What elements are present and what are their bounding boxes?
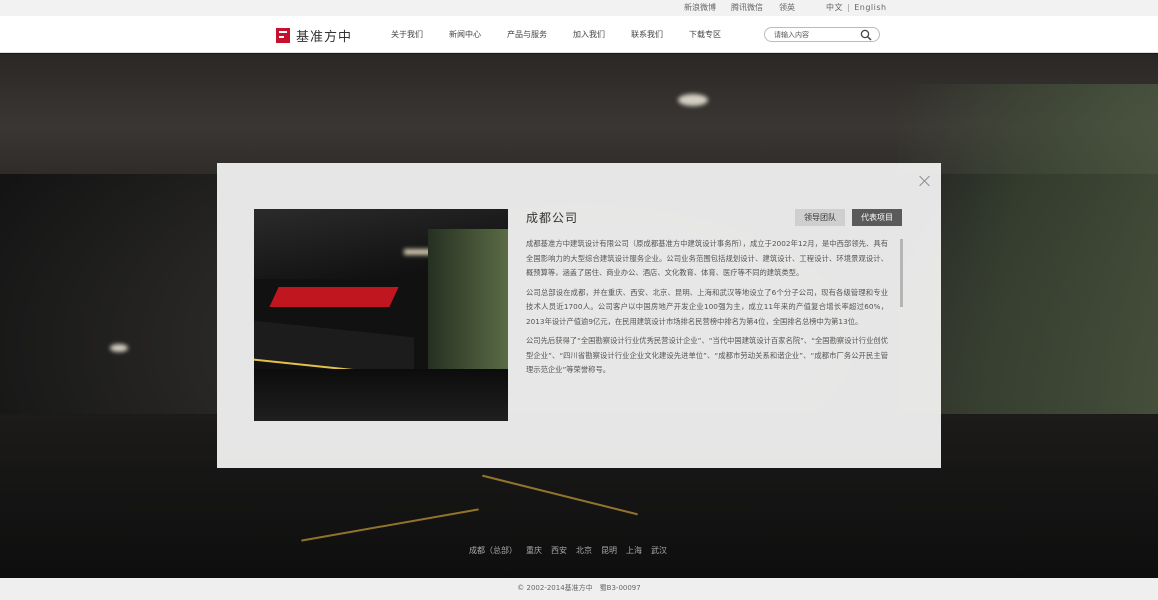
description-paragraph: 成都基准方中建筑设计有限公司（原成都基准方中建筑设计事务所），成立于2002年1… — [526, 239, 888, 277]
office-photo — [254, 209, 508, 421]
logo-text: 基准方中 — [296, 29, 353, 45]
top-utility-bar: 新浪微博 腾讯微信 领英 中文 | English — [0, 0, 1158, 16]
linkedin-link[interactable]: 领英 — [779, 2, 795, 13]
tab-leadership-team[interactable]: 领导团队 — [795, 209, 845, 226]
nav-about-us[interactable]: 关于我们 — [391, 29, 423, 40]
lang-chinese-link[interactable]: 中文 — [826, 3, 843, 12]
logo-mark-icon — [276, 27, 290, 43]
search-box — [764, 27, 880, 42]
city-link-kunming[interactable]: 昆明 — [601, 545, 617, 556]
lang-english-link[interactable]: English — [854, 3, 886, 12]
city-link-xian[interactable]: 西安 — [551, 545, 567, 556]
hero-ceiling-light — [678, 94, 708, 106]
description-paragraph: 公司先后获得了“全国勘察设计行业优秀民营设计企业”、“当代中国建筑设计百家名院”… — [526, 336, 888, 374]
nav-join-us[interactable]: 加入我们 — [573, 29, 605, 40]
city-link-chongqing[interactable]: 重庆 — [526, 545, 542, 556]
site-header: 基准方中 关于我们 新闻中心 产品与服务 加入我们 联系我们 下载专区 — [0, 16, 1158, 53]
nav-contact-us[interactable]: 联系我们 — [631, 29, 663, 40]
search-icon[interactable] — [860, 29, 872, 41]
nav-products-services[interactable]: 产品与服务 — [507, 29, 547, 40]
city-link-wuhan[interactable]: 武汉 — [651, 545, 667, 556]
site-logo[interactable]: 基准方中 — [276, 26, 353, 45]
lang-separator: | — [847, 3, 851, 12]
city-link-chengdu[interactable]: 成都（总部） — [469, 545, 517, 556]
photo-red-accent — [269, 287, 399, 307]
search-input[interactable] — [774, 29, 859, 40]
city-link-beijing[interactable]: 北京 — [576, 545, 592, 556]
description-paragraph: 公司总部设在成都，并在重庆、西安、北京、昆明、上海和武汉等地设立了6个分子公司，… — [526, 287, 888, 326]
hero-ceiling-light — [110, 344, 128, 352]
city-link-shanghai[interactable]: 上海 — [626, 545, 642, 556]
tab-representative-projects[interactable]: 代表项目 — [852, 209, 902, 226]
nav-downloads[interactable]: 下载专区 — [689, 29, 721, 40]
photo-floor — [254, 369, 508, 421]
company-modal: 成都公司 领导团队 代表项目 成都基准方中建筑设计有限公司（原成都基准方中建筑设… — [217, 163, 941, 468]
company-description: 成都基准方中建筑设计有限公司（原成都基准方中建筑设计事务所），成立于2002年1… — [526, 237, 888, 417]
close-icon[interactable] — [919, 175, 931, 187]
company-title: 成都公司 — [526, 211, 579, 225]
weibo-link[interactable]: 新浪微博 — [684, 2, 716, 13]
site-footer: © 2002-2014基准方中 蜀B3-00097 — [0, 578, 1158, 600]
content-scrollbar[interactable] — [900, 239, 903, 307]
language-switcher: 中文 | English — [826, 2, 887, 13]
footer-copyright: © 2002-2014基准方中 蜀B3-00097 — [517, 584, 641, 592]
city-links: 成都（总部） 重庆 西安 北京 昆明 上海 武汉 — [469, 545, 676, 556]
nav-news-center[interactable]: 新闻中心 — [449, 29, 481, 40]
wechat-link[interactable]: 腾讯微信 — [731, 2, 763, 13]
